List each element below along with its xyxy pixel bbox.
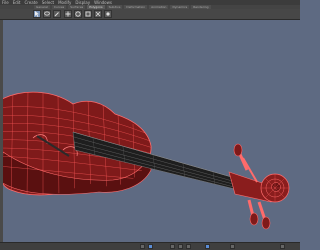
rotate-tool-icon[interactable] [74, 10, 82, 18]
violin-model[interactable] [3, 20, 300, 242]
lasso-tool-icon[interactable] [43, 10, 51, 18]
key-icon[interactable] [205, 244, 210, 249]
paint-select-icon[interactable] [53, 10, 61, 18]
prefs-icon[interactable] [280, 244, 285, 249]
tool-box [0, 9, 300, 20]
move-tool-icon[interactable] [64, 10, 72, 18]
playback-rewind-icon[interactable] [140, 244, 145, 249]
universal-manip-icon[interactable] [94, 10, 102, 18]
playback-step-icon[interactable] [170, 244, 175, 249]
scale-tool-icon[interactable] [84, 10, 92, 18]
playback-end-icon[interactable] [186, 244, 191, 249]
violin-scroll [228, 143, 290, 230]
playback-play-icon[interactable] [148, 244, 153, 249]
time-slider[interactable] [0, 242, 300, 250]
select-tool-icon[interactable] [33, 10, 41, 18]
maya-window: File Edit Create Select Modify Display W… [0, 0, 300, 250]
autokey-icon[interactable] [230, 244, 235, 249]
perspective-viewport[interactable] [3, 20, 300, 242]
playback-forward-icon[interactable] [178, 244, 183, 249]
soft-mod-icon[interactable] [104, 10, 112, 18]
